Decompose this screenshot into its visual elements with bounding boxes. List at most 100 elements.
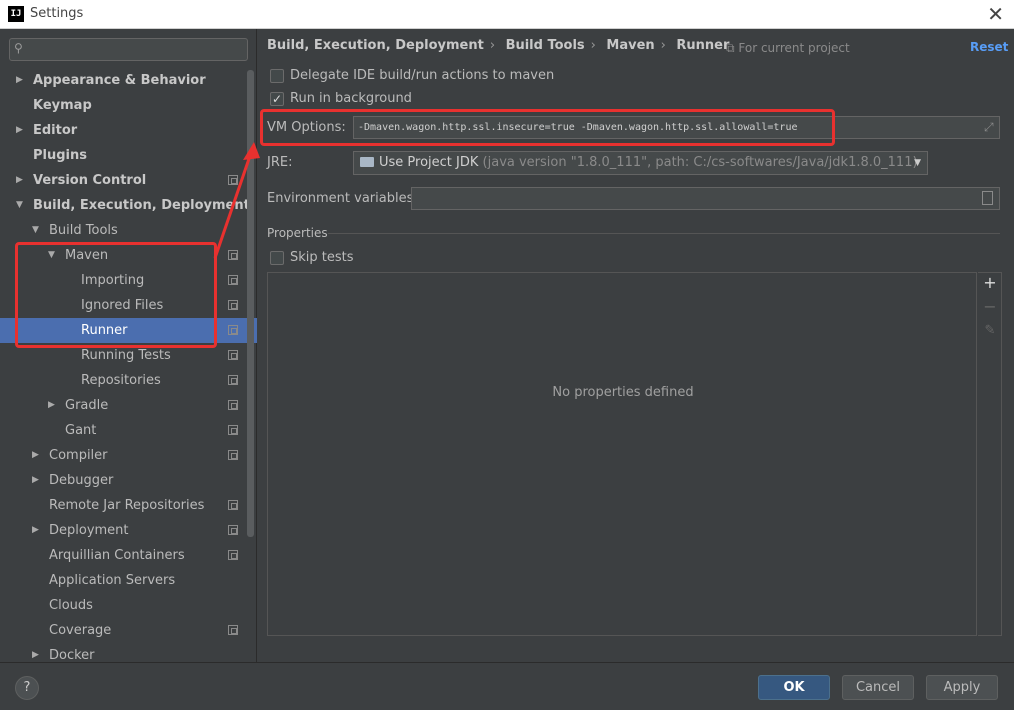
sidebar-item-ignored-files[interactable]: Ignored Files bbox=[0, 293, 257, 318]
expand-icon[interactable]: ⤢ bbox=[984, 120, 994, 135]
sidebar-item-importing[interactable]: Importing bbox=[0, 268, 257, 293]
sidebar-item-label: Deployment bbox=[49, 523, 129, 538]
sidebar-item-debugger[interactable]: ▶ Debugger bbox=[0, 468, 257, 493]
sidebar-item-label: Gant bbox=[65, 423, 97, 438]
project-settings-icon bbox=[228, 350, 238, 360]
sidebar-item-editor[interactable]: ▶ Editor bbox=[0, 118, 257, 143]
sidebar-scrollbar[interactable] bbox=[247, 70, 254, 537]
run-in-background-checkbox[interactable]: ✓ bbox=[270, 92, 284, 106]
expanded-arrow-icon[interactable]: ▼ bbox=[16, 193, 23, 218]
sidebar-item-label: Runner bbox=[81, 323, 128, 338]
document-icon[interactable] bbox=[982, 191, 993, 205]
settings-search-box[interactable]: ⚲ bbox=[9, 38, 248, 61]
sidebar-item-label: Version Control bbox=[33, 173, 147, 188]
sidebar-item-maven[interactable]: ▼ Maven bbox=[0, 243, 257, 268]
collapsed-arrow-icon[interactable]: ▶ bbox=[32, 518, 39, 543]
breadcrumb-item: Maven bbox=[606, 38, 655, 53]
add-icon[interactable]: + bbox=[978, 273, 1002, 293]
remove-icon[interactable]: − bbox=[978, 297, 1002, 317]
delegate-build-label: Delegate IDE build/run actions to maven bbox=[290, 68, 555, 83]
sidebar-item-label: Running Tests bbox=[81, 348, 171, 363]
env-variables-label: Environment variables: bbox=[267, 191, 418, 206]
sidebar-item-gant[interactable]: Gant bbox=[0, 418, 257, 443]
close-icon[interactable]: ✕ bbox=[987, 2, 1004, 26]
sidebar-item-compiler[interactable]: ▶ Compiler bbox=[0, 443, 257, 468]
sidebar-item-clouds[interactable]: Clouds bbox=[0, 593, 257, 618]
sidebar-item-label: Appearance & Behavior bbox=[33, 73, 206, 88]
vm-options-label: VM Options: bbox=[267, 120, 346, 135]
project-settings-icon bbox=[228, 500, 238, 510]
project-settings-icon bbox=[228, 375, 238, 385]
project-settings-icon bbox=[228, 175, 238, 185]
vm-options-input[interactable]: -Dmaven.wagon.http.ssl.insecure=true -Dm… bbox=[353, 116, 1000, 139]
jre-select[interactable]: Use Project JDK (java version "1.8.0_111… bbox=[353, 151, 928, 175]
sidebar-item-label: Build Tools bbox=[49, 223, 118, 238]
sidebar-item-coverage[interactable]: Coverage bbox=[0, 618, 257, 643]
env-variables-input[interactable] bbox=[411, 187, 1000, 210]
sidebar-item-label: Ignored Files bbox=[81, 298, 164, 313]
sidebar-item-plugins[interactable]: Plugins bbox=[0, 143, 257, 168]
help-button[interactable]: ? bbox=[15, 676, 39, 700]
edit-icon[interactable]: ✎ bbox=[978, 321, 1002, 341]
sidebar-item-label: Clouds bbox=[49, 598, 93, 613]
folder-icon bbox=[360, 157, 374, 167]
properties-section-title: Properties bbox=[267, 226, 328, 240]
collapsed-arrow-icon[interactable]: ▶ bbox=[16, 118, 23, 143]
apply-button[interactable]: Apply bbox=[926, 675, 998, 700]
sidebar-item-label: Build, Execution, Deployment bbox=[33, 198, 250, 213]
breadcrumb: Build, Execution, Deployment › Build Tool… bbox=[267, 38, 735, 56]
sidebar-item-label: Importing bbox=[81, 273, 145, 288]
sidebar-item-gradle[interactable]: ▶ Gradle bbox=[0, 393, 257, 418]
collapsed-arrow-icon[interactable]: ▶ bbox=[16, 68, 23, 93]
run-in-background-label: Run in background bbox=[290, 91, 412, 106]
breadcrumb-item: Build Tools bbox=[505, 38, 585, 53]
sidebar-item-arquillian-containers[interactable]: Arquillian Containers bbox=[0, 543, 257, 568]
project-settings-icon bbox=[228, 325, 238, 335]
skip-tests-checkbox[interactable] bbox=[270, 251, 284, 265]
sidebar-item-deployment[interactable]: ▶ Deployment bbox=[0, 518, 257, 543]
expanded-arrow-icon[interactable]: ▼ bbox=[32, 218, 39, 243]
sidebar-item-version-control[interactable]: ▶ Version Control bbox=[0, 168, 257, 193]
section-divider bbox=[328, 233, 1000, 234]
sidebar-item-running-tests[interactable]: Running Tests bbox=[0, 343, 257, 368]
for-current-project-hint: ⧉ For current project bbox=[726, 41, 850, 56]
collapsed-arrow-icon[interactable]: ▶ bbox=[48, 393, 55, 418]
cancel-button[interactable]: Cancel bbox=[842, 675, 914, 700]
project-settings-icon bbox=[228, 400, 238, 410]
project-settings-icon bbox=[228, 450, 238, 460]
breadcrumb-separator: › bbox=[590, 38, 596, 53]
settings-sidebar: ⚲ ▶ Appearance & Behavior Keymap ▶ Editor Plu… bbox=[0, 29, 257, 663]
collapsed-arrow-icon[interactable]: ▶ bbox=[32, 468, 39, 493]
sidebar-item-label: Remote Jar Repositories bbox=[49, 498, 205, 513]
project-settings-icon bbox=[228, 300, 238, 310]
collapsed-arrow-icon[interactable]: ▶ bbox=[16, 168, 23, 193]
sidebar-item-label: Arquillian Containers bbox=[49, 548, 185, 563]
collapsed-arrow-icon[interactable]: ▶ bbox=[32, 443, 39, 468]
sidebar-item-runner[interactable]: Runner bbox=[0, 318, 257, 343]
sidebar-item-application-servers[interactable]: Application Servers bbox=[0, 568, 257, 593]
chevron-down-icon: ▼ bbox=[914, 158, 921, 168]
jre-selected-value: Use Project JDK bbox=[379, 155, 479, 170]
title-bar: IJ Settings ✕ bbox=[0, 0, 1014, 29]
sidebar-item-remote-jar-repositories[interactable]: Remote Jar Repositories bbox=[0, 493, 257, 518]
delegate-build-checkbox[interactable] bbox=[270, 69, 284, 83]
project-settings-icon bbox=[228, 425, 238, 435]
sidebar-item-build-execution-deployment[interactable]: ▼ Build, Execution, Deployment bbox=[0, 193, 257, 218]
jre-detail: (java version "1.8.0_111", path: C:/cs-s… bbox=[482, 155, 918, 170]
ok-button[interactable]: OK bbox=[758, 675, 830, 700]
intellij-logo-icon: IJ bbox=[8, 6, 24, 22]
sidebar-item-repositories[interactable]: Repositories bbox=[0, 368, 257, 393]
reset-link[interactable]: Reset bbox=[970, 40, 1008, 54]
window-title: Settings bbox=[30, 6, 84, 21]
sidebar-item-label: Keymap bbox=[33, 98, 92, 113]
sidebar-item-label: Plugins bbox=[33, 148, 87, 163]
expanded-arrow-icon[interactable]: ▼ bbox=[48, 243, 55, 268]
search-input[interactable] bbox=[32, 41, 242, 58]
dialog-footer: ? OK Cancel Apply bbox=[0, 662, 1014, 710]
skip-tests-label: Skip tests bbox=[290, 250, 354, 265]
sidebar-item-build-tools[interactable]: ▼ Build Tools bbox=[0, 218, 257, 243]
properties-table[interactable]: No properties defined bbox=[267, 272, 977, 636]
settings-tree: ▶ Appearance & Behavior Keymap ▶ Editor Plugi… bbox=[0, 68, 257, 668]
sidebar-item-keymap[interactable]: Keymap bbox=[0, 93, 257, 118]
sidebar-item-appearance-behavior[interactable]: ▶ Appearance & Behavior bbox=[0, 68, 257, 93]
